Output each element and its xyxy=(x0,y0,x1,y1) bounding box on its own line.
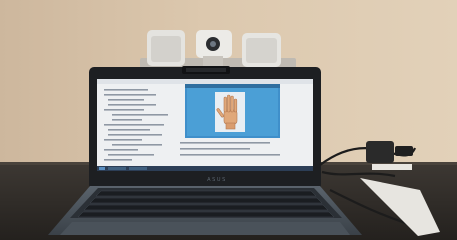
hand-recognition-window xyxy=(185,84,280,138)
webcam-rig xyxy=(140,30,296,70)
photo-scene: ASUS xyxy=(0,0,457,240)
laptop-base xyxy=(48,186,362,235)
photo-illustration xyxy=(0,0,457,240)
laptop-lid xyxy=(89,66,321,190)
laptop-brand-logo: ASUS xyxy=(207,177,227,183)
